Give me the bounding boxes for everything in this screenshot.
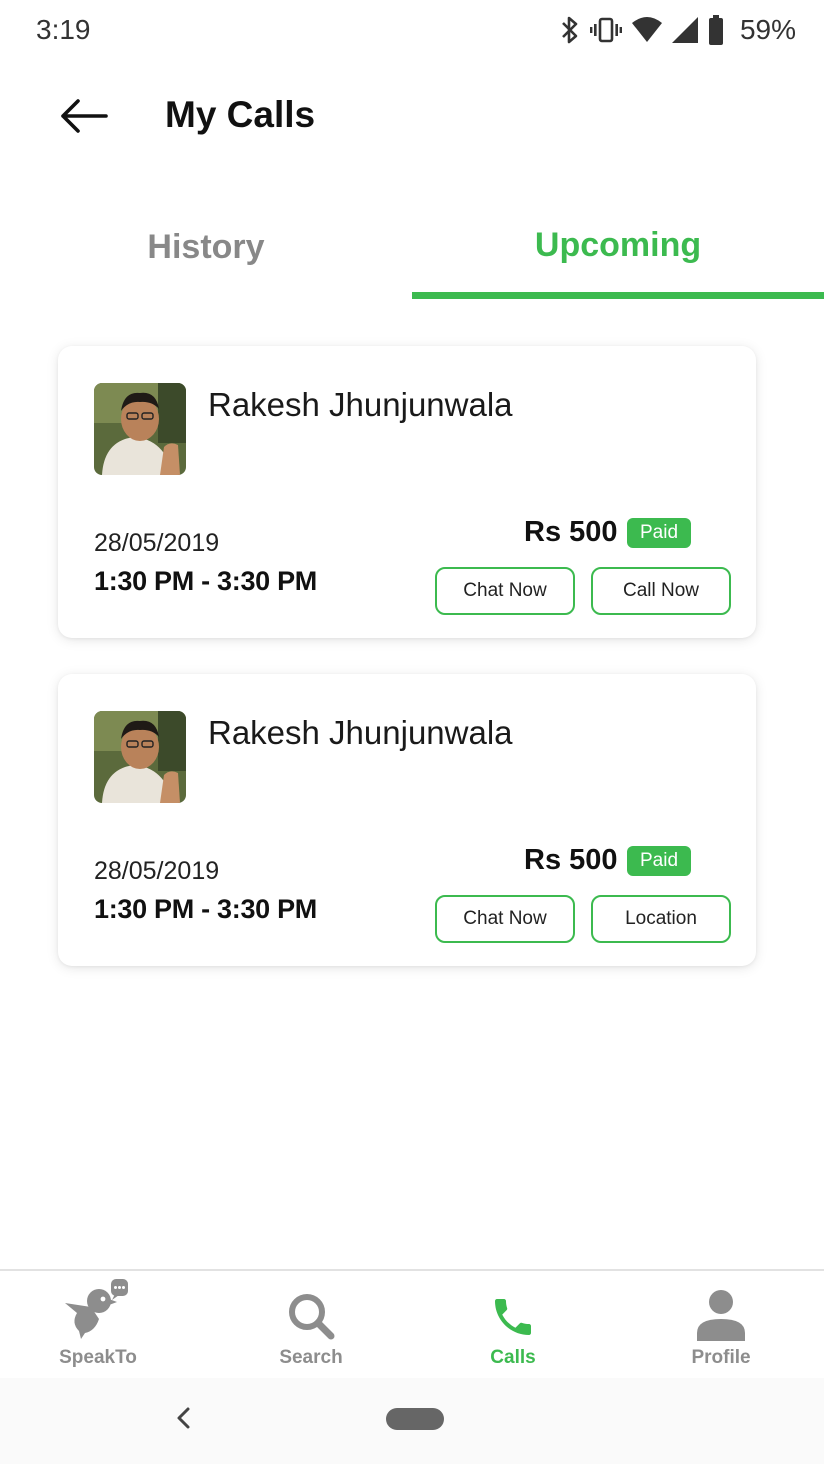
tab-upcoming-label: Upcoming (534, 226, 702, 264)
nav-label-speakto: SpeakTo (59, 1347, 137, 1368)
chevron-left-icon (170, 1407, 198, 1436)
call-date: 28/05/2019 (94, 529, 220, 557)
nav-item-calls[interactable]: Calls (453, 1271, 573, 1376)
nav-label-search: Search (279, 1347, 343, 1368)
call-card: Rakesh Jhunjunwala 28/05/2019 1:30 PM - … (58, 674, 756, 966)
bluetooth-icon (560, 15, 580, 45)
bird-speech-icon (65, 1271, 131, 1341)
cell-signal-icon (671, 17, 698, 43)
call-card: Rakesh Jhunjunwala 28/05/2019 1:30 PM - … (58, 346, 756, 638)
status-bar: 3:19 59% (0, 0, 824, 64)
nav-item-speakto[interactable]: SpeakTo (38, 1271, 158, 1376)
avatar (94, 711, 186, 803)
call-time: 1:30 PM - 3:30 PM (94, 566, 317, 596)
active-tab-indicator (412, 292, 824, 299)
status-badge: Paid (627, 518, 691, 548)
app-header: My Calls (0, 70, 824, 166)
battery-percent: 59% (739, 14, 796, 45)
call-price: Rs 500 (524, 516, 618, 548)
nav-item-search[interactable]: Search (251, 1271, 371, 1376)
status-icons: 59% (560, 14, 796, 46)
battery-icon (708, 15, 724, 45)
bottom-nav: SpeakTo Search Calls Profile (0, 1269, 824, 1376)
avatar (94, 383, 186, 475)
contact-name: Rakesh Jhunjunwala (208, 714, 513, 751)
nav-label-profile: Profile (691, 1347, 751, 1368)
call-time: 1:30 PM - 3:30 PM (94, 894, 317, 924)
tab-upcoming[interactable]: Upcoming (412, 200, 824, 300)
tab-bar: History Upcoming (0, 200, 824, 300)
call-price: Rs 500 (524, 844, 618, 876)
contact-name: Rakesh Jhunjunwala (208, 386, 513, 423)
system-home-button[interactable] (386, 1408, 444, 1430)
nav-label-calls: Calls (490, 1347, 536, 1368)
system-nav-bar (0, 1378, 824, 1464)
vibrate-icon (589, 15, 622, 45)
chat-now-button[interactable]: Chat Now (435, 895, 575, 943)
search-icon (286, 1271, 336, 1341)
page-title: My Calls (165, 94, 316, 135)
phone-icon (489, 1271, 537, 1341)
system-back-button[interactable] (170, 1404, 198, 1432)
call-date: 28/05/2019 (94, 857, 220, 885)
status-badge: Paid (627, 846, 691, 876)
wifi-icon (631, 17, 662, 43)
location-button[interactable]: Location (591, 895, 731, 943)
chat-now-button[interactable]: Chat Now (435, 567, 575, 615)
tab-history[interactable]: History (0, 200, 412, 300)
arrow-left-icon (60, 98, 108, 138)
tab-history-label: History (147, 228, 265, 266)
back-button[interactable] (56, 94, 112, 142)
call-now-button[interactable]: Call Now (591, 567, 731, 615)
status-time: 3:19 (36, 14, 91, 45)
nav-item-profile[interactable]: Profile (661, 1271, 781, 1376)
person-icon (696, 1271, 746, 1341)
